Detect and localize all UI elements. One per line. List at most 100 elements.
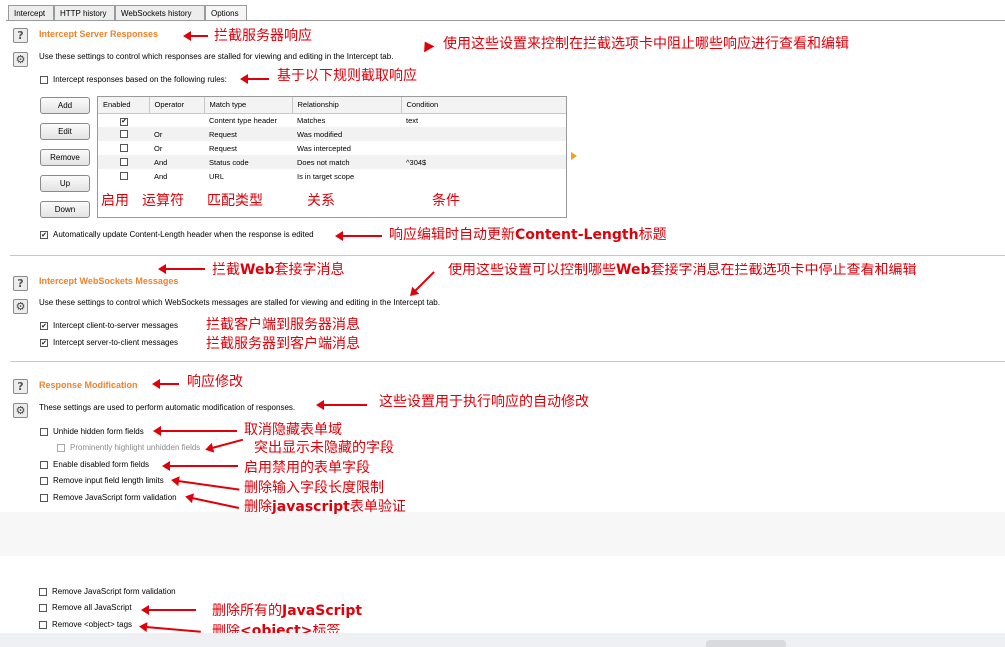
expand-arrow-icon[interactable] xyxy=(571,152,577,160)
remove-button[interactable]: Remove xyxy=(40,149,90,166)
annotation-highlight: 突出显示未隐藏的字段 xyxy=(254,440,394,456)
add-button[interactable]: Add xyxy=(40,97,90,114)
column-header-relationship[interactable]: Relationship xyxy=(292,97,402,114)
annotation-arrow xyxy=(177,480,240,491)
help-icon[interactable]: ? xyxy=(13,276,28,291)
server-responses-title: Intercept Server Responses xyxy=(39,29,159,39)
row-enabled-checkbox[interactable] xyxy=(120,144,128,152)
section-divider xyxy=(10,255,1005,256)
help-icon[interactable]: ? xyxy=(13,28,28,43)
highlight-unhidden-label: Prominently highlight unhidden fields xyxy=(70,443,201,452)
annotation-remove-object-bold: <object> xyxy=(240,624,313,633)
annotation-remove-validation-pre: 删除 xyxy=(244,499,272,515)
websockets-title: Intercept WebSockets Messages xyxy=(39,276,179,286)
row-operator xyxy=(149,113,204,127)
row-operator: Or xyxy=(154,143,163,153)
row-relationship: Was modified xyxy=(292,127,401,141)
tab-intercept[interactable]: Intercept xyxy=(8,5,54,20)
client-to-server-checkbox[interactable] xyxy=(40,322,48,330)
column-header-operator[interactable]: Operator xyxy=(149,97,205,114)
column-header-enabled[interactable]: Enabled xyxy=(98,97,150,114)
annotation-remove-validation-post: 表单验证 xyxy=(349,499,406,515)
annotation-ws-desc-post: 套接字消息在拦截选项卡中停止查看和编辑 xyxy=(650,263,917,277)
unhide-hidden-fields-label: Unhide hidden form fields xyxy=(53,427,144,436)
annotation-rules: 基于以下规则截取响应 xyxy=(277,68,417,84)
annotation-ws-desc-bold: Web xyxy=(616,263,651,277)
up-button[interactable]: Up xyxy=(40,175,90,192)
column-header-condition[interactable]: Condition xyxy=(401,97,566,114)
annotation-arrow xyxy=(211,438,244,449)
row-match-type: Status code xyxy=(204,155,292,169)
tab-http-history[interactable]: HTTP history xyxy=(54,5,115,20)
gear-icon[interactable]: ⚙ xyxy=(13,299,28,314)
intercept-rules-label: Intercept responses based on the followi… xyxy=(53,75,227,84)
remove-all-javascript-label: Remove all JavaScript xyxy=(52,603,132,612)
annotation-arrow xyxy=(183,31,208,41)
table-row[interactable]: Or Request Was modified xyxy=(98,127,566,141)
enable-disabled-fields-label: Enable disabled form fields xyxy=(53,460,150,469)
annotation-remove-validation: 删除javascript表单验证 xyxy=(244,500,406,514)
annotation-col-match: 匹配类型 xyxy=(207,193,263,209)
annotation-mod-title: 响应修改 xyxy=(187,374,243,390)
annotation-remove-limits: 删除输入字段长度限制 xyxy=(244,480,384,496)
help-icon[interactable]: ? xyxy=(13,379,28,394)
remove-length-limits-checkbox[interactable] xyxy=(40,477,48,485)
annotation-col-operator: 运算符 xyxy=(142,193,184,209)
remove-js-validation-checkbox[interactable] xyxy=(40,494,48,502)
annotation-ws-title-bold: Web xyxy=(240,262,275,278)
annotation-remove-all-js-pre: 删除所有的 xyxy=(212,603,282,619)
table-row[interactable]: And Status code Does not match ^304$ xyxy=(98,155,566,169)
unhide-hidden-fields-checkbox[interactable] xyxy=(40,428,48,436)
screenshot-gap xyxy=(0,512,1005,556)
remove-object-tags-checkbox[interactable] xyxy=(39,621,47,629)
row-enabled-checkbox[interactable] xyxy=(120,172,128,180)
annotation-ws-title-pre: 拦截 xyxy=(212,262,240,278)
annotation-unhide: 取消隐藏表单域 xyxy=(244,422,342,438)
annotation-col-relationship: 关系 xyxy=(307,193,335,209)
annotation-ws-desc-pre: 使用这些设置可以控制哪些 xyxy=(448,263,616,277)
remove-all-javascript-checkbox[interactable] xyxy=(39,604,47,612)
row-relationship: Matches xyxy=(297,115,326,125)
auto-update-content-length-checkbox[interactable] xyxy=(40,231,48,239)
remove-length-limits-label: Remove input field length limits xyxy=(53,476,164,485)
row-condition xyxy=(401,169,566,183)
annotation-arrow xyxy=(158,264,205,274)
annotation-ws-desc: 使用这些设置可以控制哪些Web套接字消息在拦截选项卡中停止查看和编辑 xyxy=(448,263,1005,277)
table-row[interactable]: Or Request Was intercepted xyxy=(98,141,566,155)
gear-icon[interactable]: ⚙ xyxy=(13,52,28,67)
annotation-col-enabled: 启用 xyxy=(101,193,129,209)
remove-js-validation-label: Remove JavaScript form validation xyxy=(53,493,177,502)
tab-options[interactable]: Options xyxy=(205,5,247,20)
scroll-handle[interactable] xyxy=(706,640,786,647)
server-to-client-checkbox[interactable] xyxy=(40,339,48,347)
annotation-arrow xyxy=(153,426,237,436)
annotation-arrow xyxy=(191,497,240,509)
annotation-arrow xyxy=(335,231,382,241)
table-row[interactable]: Content type header Matches text xyxy=(98,113,566,127)
annotation-remove-object: 删除<object>标签 xyxy=(212,624,340,633)
enable-disabled-fields-checkbox[interactable] xyxy=(40,461,48,469)
annotation-arrow xyxy=(414,271,435,292)
table-row[interactable]: And URL Is in target scope xyxy=(98,169,566,183)
intercept-rules-checkbox[interactable] xyxy=(40,76,48,84)
highlight-unhidden-checkbox[interactable] xyxy=(57,444,65,452)
gear-icon[interactable]: ⚙ xyxy=(13,403,28,418)
remove-object-tags-label: Remove <object> tags xyxy=(52,620,133,629)
remove-js-validation-checkbox[interactable] xyxy=(39,588,47,596)
row-relationship: Does not match xyxy=(292,155,401,169)
down-button[interactable]: Down xyxy=(40,201,90,218)
row-enabled-checkbox[interactable] xyxy=(120,158,128,166)
row-relationship: Was intercepted xyxy=(297,143,351,153)
row-condition xyxy=(401,141,566,155)
edit-button[interactable]: Edit xyxy=(40,123,90,140)
annotation-auto-update-bold: Content-Length xyxy=(515,227,639,243)
auto-update-content-length-label: Automatically update Content-Length head… xyxy=(53,230,314,239)
annotation-arrow xyxy=(316,400,367,410)
annotation-arrow xyxy=(162,461,238,471)
column-header-match-type[interactable]: Match type xyxy=(204,97,293,114)
tab-websockets-history[interactable]: WebSockets history xyxy=(115,5,205,20)
annotation-remove-validation-bold: javascript xyxy=(272,499,350,515)
row-enabled-checkbox[interactable] xyxy=(120,130,128,138)
row-enabled-checkbox[interactable] xyxy=(120,118,128,127)
row-match-type: Request xyxy=(209,143,237,153)
